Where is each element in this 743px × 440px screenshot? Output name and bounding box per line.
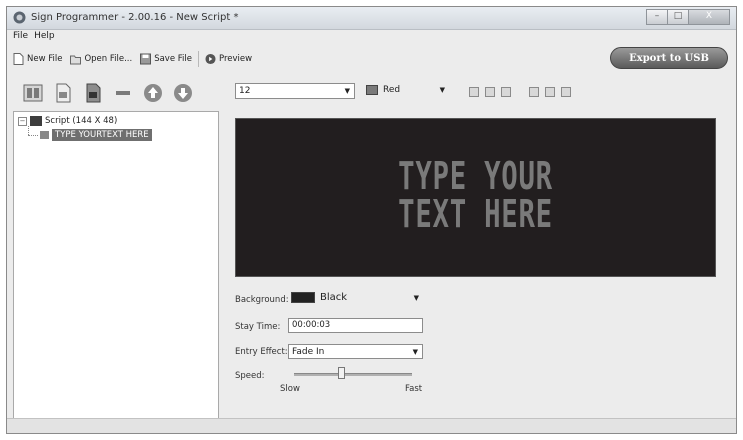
title-bar[interactable]: Sign Programmer - 2.00.16 - New Script *… bbox=[7, 7, 736, 30]
status-bar bbox=[7, 418, 736, 433]
open-file-button[interactable]: Open File... bbox=[70, 53, 132, 65]
maximize-button[interactable]: □ bbox=[667, 9, 689, 25]
align-middle-icon[interactable] bbox=[545, 87, 555, 97]
tree-child-label: TYPE YOURTEXT HERE bbox=[52, 129, 152, 141]
open-file-label: Open File... bbox=[84, 54, 133, 64]
save-file-button[interactable]: Save File bbox=[140, 53, 192, 65]
entry-effect-select[interactable]: Fade In ▼ bbox=[288, 344, 423, 359]
open-folder-icon bbox=[70, 55, 82, 65]
color-select[interactable]: Red ▼ bbox=[363, 83, 449, 99]
tree-expander[interactable]: − bbox=[18, 116, 27, 126]
new-file-label: New File bbox=[27, 54, 63, 64]
background-value: Black bbox=[320, 292, 348, 303]
preview-text: TYPE YOUR TEXT HERE bbox=[303, 157, 648, 233]
new-file-icon bbox=[13, 53, 24, 65]
background-swatch bbox=[291, 291, 315, 303]
toolbar-separator bbox=[198, 51, 199, 67]
chevron-down-icon: ▼ bbox=[412, 348, 418, 356]
background-label: Background: bbox=[235, 295, 289, 305]
columns-icon[interactable] bbox=[23, 83, 43, 103]
speed-fast-label: Fast bbox=[405, 384, 423, 394]
background-select[interactable]: Black ▼ bbox=[288, 291, 423, 307]
app-icon bbox=[13, 11, 26, 24]
align-center-icon[interactable] bbox=[485, 87, 495, 97]
preview-circle-icon bbox=[205, 53, 216, 65]
export-to-usb-button[interactable]: Export to USB bbox=[610, 47, 728, 69]
preview-line-2: TEXT HERE bbox=[398, 192, 553, 236]
script-tree[interactable]: − Script (144 X 48) TYPE YOURTEXT HERE bbox=[13, 111, 219, 427]
preview-line-1: TYPE YOUR bbox=[398, 154, 553, 198]
menu-help[interactable]: Help bbox=[34, 31, 55, 41]
align-right-icon[interactable] bbox=[501, 87, 511, 97]
app-window: Sign Programmer - 2.00.16 - New Script *… bbox=[6, 6, 737, 434]
page-dark-icon[interactable] bbox=[83, 83, 103, 103]
tree-toolbar bbox=[23, 83, 193, 103]
tree-child-node[interactable]: TYPE YOURTEXT HERE bbox=[40, 129, 152, 141]
new-file-button[interactable]: New File bbox=[13, 53, 62, 65]
color-swatch bbox=[366, 84, 378, 95]
arrow-up-icon[interactable] bbox=[143, 83, 163, 103]
speed-label: Speed: bbox=[235, 371, 265, 381]
stay-time-label: Stay Time: bbox=[235, 322, 281, 332]
tree-root-node[interactable]: − Script (144 X 48) bbox=[18, 116, 117, 126]
menu-file[interactable]: File bbox=[13, 31, 28, 41]
align-bottom-icon[interactable] bbox=[561, 87, 571, 97]
tree-root-label: Script (144 X 48) bbox=[45, 116, 118, 126]
save-disk-icon bbox=[140, 53, 152, 65]
window-title: Sign Programmer - 2.00.16 - New Script * bbox=[31, 12, 239, 23]
save-file-label: Save File bbox=[154, 54, 192, 64]
menu-bar: File Help bbox=[13, 31, 55, 41]
entry-effect-label: Entry Effect: bbox=[235, 347, 288, 357]
chevron-down-icon: ▼ bbox=[439, 86, 445, 94]
script-icon bbox=[30, 116, 42, 126]
toolbar: New File Open File... Save File Preview bbox=[13, 51, 260, 67]
sign-preview: TYPE YOUR TEXT HERE bbox=[235, 118, 716, 277]
arrow-down-icon[interactable] bbox=[173, 83, 193, 103]
speed-slider-track[interactable] bbox=[294, 373, 412, 376]
text-item-icon bbox=[40, 131, 49, 139]
entry-effect-value: Fade In bbox=[292, 347, 325, 357]
page-icon[interactable] bbox=[53, 83, 73, 103]
preview-label: Preview bbox=[219, 54, 253, 64]
font-size-value: 12 bbox=[239, 86, 251, 96]
stay-time-field[interactable]: 00:00:03 bbox=[288, 318, 423, 333]
chevron-down-icon: ▼ bbox=[344, 87, 350, 95]
chevron-down-icon: ▼ bbox=[413, 294, 419, 302]
preview-button[interactable]: Preview bbox=[205, 53, 252, 65]
tree-line bbox=[28, 126, 30, 135]
color-value: Red bbox=[383, 85, 401, 95]
minus-icon[interactable] bbox=[113, 83, 133, 103]
font-size-select[interactable]: 12 ▼ bbox=[235, 83, 355, 99]
minimize-button[interactable]: – bbox=[646, 9, 668, 25]
close-button[interactable]: X bbox=[688, 9, 730, 25]
tree-line bbox=[28, 135, 38, 137]
speed-slider-thumb[interactable] bbox=[338, 367, 346, 379]
align-top-icon[interactable] bbox=[529, 87, 539, 97]
speed-slow-label: Slow bbox=[280, 384, 300, 394]
align-left-icon[interactable] bbox=[469, 87, 479, 97]
